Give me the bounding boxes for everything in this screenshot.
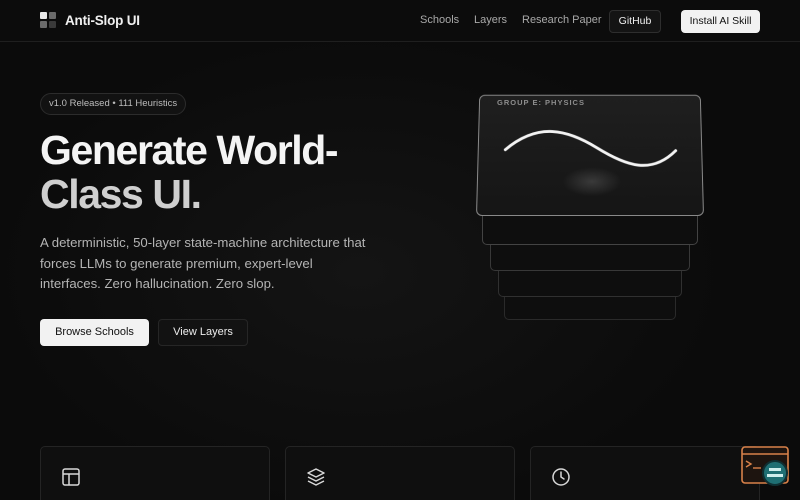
release-badge: v1.0 Released • 111 Heuristics: [40, 93, 186, 115]
clock-icon: [551, 467, 571, 487]
floating-assistant-widget-icon[interactable]: [741, 444, 791, 488]
feature-card-schools[interactable]: [40, 446, 270, 500]
nav-link-layers[interactable]: Layers: [474, 14, 507, 26]
hero-title-line2: Class UI.: [40, 171, 201, 217]
layer-stack-illustration: GROUP E: PHYSICS: [470, 85, 710, 335]
browse-schools-button[interactable]: Browse Schools: [40, 319, 149, 346]
sine-wave-icon: [477, 96, 704, 216]
hero-title-line1: Generate World-: [40, 127, 337, 173]
brand-logo[interactable]: Anti-Slop UI: [40, 12, 140, 28]
feature-card-clock[interactable]: [530, 446, 760, 500]
feature-card-layers[interactable]: [285, 446, 515, 500]
logo-grid-icon: [40, 12, 56, 28]
view-layers-button[interactable]: View Layers: [158, 319, 248, 346]
github-button[interactable]: GitHub: [609, 10, 661, 33]
brand-name: Anti-Slop UI: [65, 13, 140, 28]
hero-title: Generate World- Class UI.: [40, 128, 400, 216]
nav-link-schools[interactable]: Schools: [420, 14, 459, 26]
hero-subtitle: A deterministic, 50-layer state-machine …: [40, 233, 370, 295]
physics-card: [476, 95, 704, 216]
layers-icon: [306, 467, 326, 487]
install-ai-skill-button[interactable]: Install AI Skill: [681, 10, 760, 33]
nav-link-research-paper[interactable]: Research Paper: [522, 14, 602, 26]
card-label: GROUP E: PHYSICS: [497, 98, 585, 107]
layout-icon: [61, 467, 81, 487]
top-nav: Anti-Slop UI Schools Layers Research Pap…: [0, 0, 800, 42]
